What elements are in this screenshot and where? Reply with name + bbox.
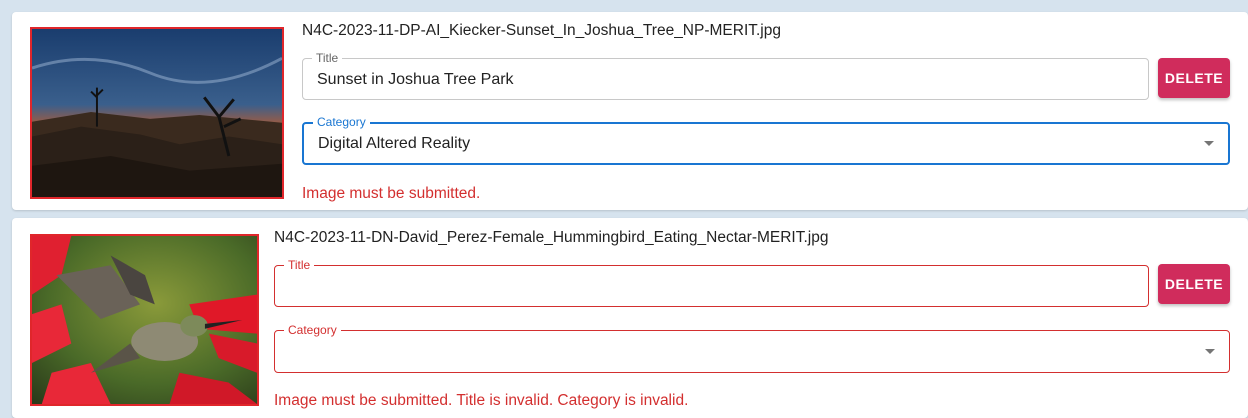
title-input[interactable]: Sunset in Joshua Tree Park [317, 71, 514, 89]
photo-entry-card: N4C-2023-11-DP-AI_Kiecker-Sunset_In_Josh… [12, 12, 1248, 210]
title-field[interactable]: Title Sunset in Joshua Tree Park [302, 51, 1149, 100]
error-message: Image must be submitted. [302, 185, 481, 202]
error-message: Image must be submitted. Title is invali… [274, 392, 689, 409]
entry-filename: N4C-2023-11-DP-AI_Kiecker-Sunset_In_Josh… [302, 22, 781, 39]
category-field-label: Category [313, 115, 370, 129]
category-select[interactable]: Category [274, 323, 1230, 373]
delete-button[interactable]: DELETE [1158, 264, 1230, 304]
photo-thumbnail-hummingbird [30, 234, 259, 406]
entry-filename: N4C-2023-11-DN-David_Perez-Female_Hummin… [274, 229, 829, 246]
photo-thumbnail-sunset [30, 27, 284, 199]
category-selected-value: Digital Altered Reality [318, 135, 471, 152]
category-field-label: Category [284, 323, 341, 337]
title-field-label: Title [284, 258, 315, 272]
delete-button[interactable]: DELETE [1158, 58, 1230, 98]
title-field-label: Title [312, 51, 343, 65]
dropdown-arrow-icon[interactable] [1204, 140, 1214, 146]
category-select[interactable]: Category Digital Altered Reality [302, 115, 1230, 165]
photo-entry-card: N4C-2023-11-DN-David_Perez-Female_Hummin… [12, 218, 1248, 418]
title-field[interactable]: Title [274, 258, 1149, 307]
dropdown-arrow-icon[interactable] [1205, 348, 1215, 354]
